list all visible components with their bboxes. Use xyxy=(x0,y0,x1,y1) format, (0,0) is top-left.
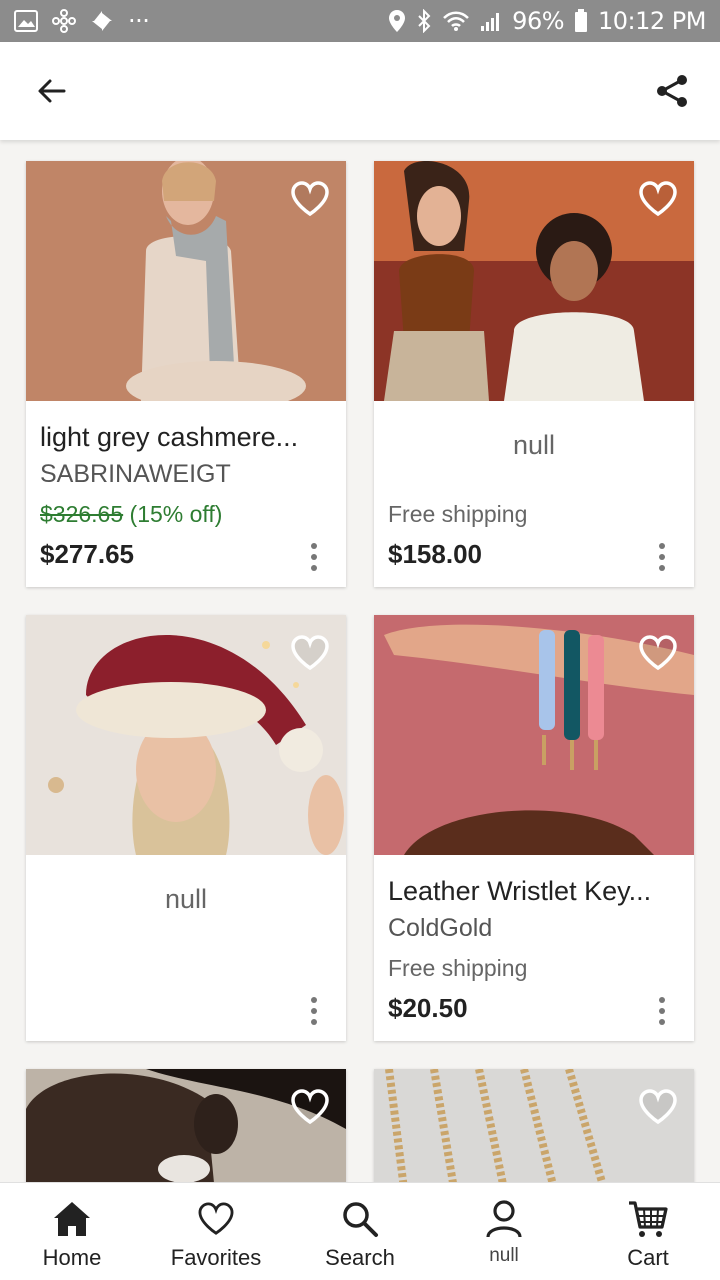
cart-icon xyxy=(627,1199,669,1239)
product-title: Leather Wristlet Key... xyxy=(388,876,652,906)
product-grid: light grey cashmere... SABRINAWEIGT $326… xyxy=(0,140,720,1182)
bluetooth-icon xyxy=(416,9,432,33)
heart-icon xyxy=(291,635,329,671)
product-card[interactable] xyxy=(374,1069,694,1182)
search-icon xyxy=(341,1199,379,1239)
battery-icon xyxy=(574,9,588,33)
heart-icon xyxy=(197,1199,235,1239)
more-options-button[interactable] xyxy=(652,541,672,573)
discount-percent: (15% off) xyxy=(129,501,223,527)
product-title: null xyxy=(164,884,208,909)
more-options-button[interactable] xyxy=(304,541,324,573)
product-card[interactable]: light grey cashmere... SABRINAWEIGT $326… xyxy=(26,161,346,587)
product-info: Leather Wristlet Key... ColdGold Free sh… xyxy=(374,855,694,1041)
product-title: light grey cashmere... xyxy=(40,422,299,452)
status-left-icons: ··· xyxy=(14,7,150,35)
clock: 10:12 PM xyxy=(598,7,706,35)
shop-name: SABRINAWEIGT xyxy=(40,460,231,488)
discount-line: $326.65 (15% off) xyxy=(40,501,222,528)
nav-profile[interactable]: null xyxy=(432,1183,576,1280)
favorite-button[interactable] xyxy=(290,1087,330,1127)
heart-icon xyxy=(639,1089,677,1125)
photos-notification-icon xyxy=(90,9,114,33)
product-info: null Free shipping $158.00 xyxy=(374,401,694,587)
original-price: $326.65 xyxy=(40,501,124,527)
nav-search[interactable]: Search xyxy=(288,1183,432,1280)
back-arrow-icon xyxy=(38,79,66,103)
heart-icon xyxy=(639,181,677,217)
status-bar: ··· 96% 10:12 PM xyxy=(0,0,720,42)
heart-icon xyxy=(291,1089,329,1125)
product-image[interactable] xyxy=(26,615,346,855)
wifi-icon xyxy=(442,10,470,32)
heart-icon xyxy=(291,181,329,217)
product-image[interactable] xyxy=(374,161,694,401)
product-price: $158.00 xyxy=(388,539,482,569)
nav-home[interactable]: Home xyxy=(0,1183,144,1280)
signal-icon xyxy=(480,10,502,32)
nav-label: null xyxy=(489,1245,519,1266)
share-button[interactable] xyxy=(650,69,694,113)
favorite-button[interactable] xyxy=(638,179,678,219)
nav-label: Cart xyxy=(627,1245,669,1270)
nav-cart[interactable]: Cart xyxy=(576,1183,720,1280)
favorite-button[interactable] xyxy=(290,179,330,219)
product-image[interactable] xyxy=(26,161,346,401)
nav-label: Home xyxy=(42,1245,102,1270)
heart-icon xyxy=(639,635,677,671)
product-card[interactable]: Leather Wristlet Key... ColdGold Free sh… xyxy=(374,615,694,1041)
product-image[interactable] xyxy=(374,1069,694,1182)
product-info: null xyxy=(26,855,346,1041)
product-image[interactable] xyxy=(374,615,694,855)
shipping-label: Free shipping xyxy=(388,955,528,981)
favorite-button[interactable] xyxy=(638,633,678,673)
location-icon xyxy=(388,9,406,33)
more-options-button[interactable] xyxy=(652,995,672,1027)
more-notifications-indicator: ··· xyxy=(128,7,150,35)
home-icon xyxy=(52,1199,92,1239)
shop-name: ColdGold xyxy=(388,914,493,942)
product-info: light grey cashmere... SABRINAWEIGT $326… xyxy=(26,401,346,587)
product-card[interactable]: null Free shipping $158.00 xyxy=(374,161,694,587)
product-image[interactable] xyxy=(26,1069,346,1182)
product-price: $277.65 xyxy=(40,539,134,569)
battery-percent: 96% xyxy=(512,7,565,35)
gallery-notification-icon xyxy=(14,10,38,32)
product-card[interactable] xyxy=(26,1069,346,1182)
pinwheel-notification-icon xyxy=(52,9,76,33)
product-price: $20.50 xyxy=(388,993,468,1023)
status-right-icons: 96% 10:12 PM xyxy=(388,7,706,35)
product-card[interactable]: null xyxy=(26,615,346,1041)
favorite-button[interactable] xyxy=(638,1087,678,1127)
app-bar xyxy=(0,42,720,140)
nav-favorites[interactable]: Favorites xyxy=(144,1183,288,1280)
nav-label: Search xyxy=(325,1245,395,1270)
product-title: null xyxy=(512,430,556,455)
share-icon xyxy=(657,75,687,107)
shipping-label: Free shipping xyxy=(388,501,528,527)
profile-icon xyxy=(485,1199,523,1239)
more-options-button[interactable] xyxy=(304,995,324,1027)
nav-label: Favorites xyxy=(170,1245,262,1270)
favorite-button[interactable] xyxy=(290,633,330,673)
back-button[interactable] xyxy=(30,69,74,113)
bottom-navigation: Home Favorites Search null Cart xyxy=(0,1182,720,1280)
